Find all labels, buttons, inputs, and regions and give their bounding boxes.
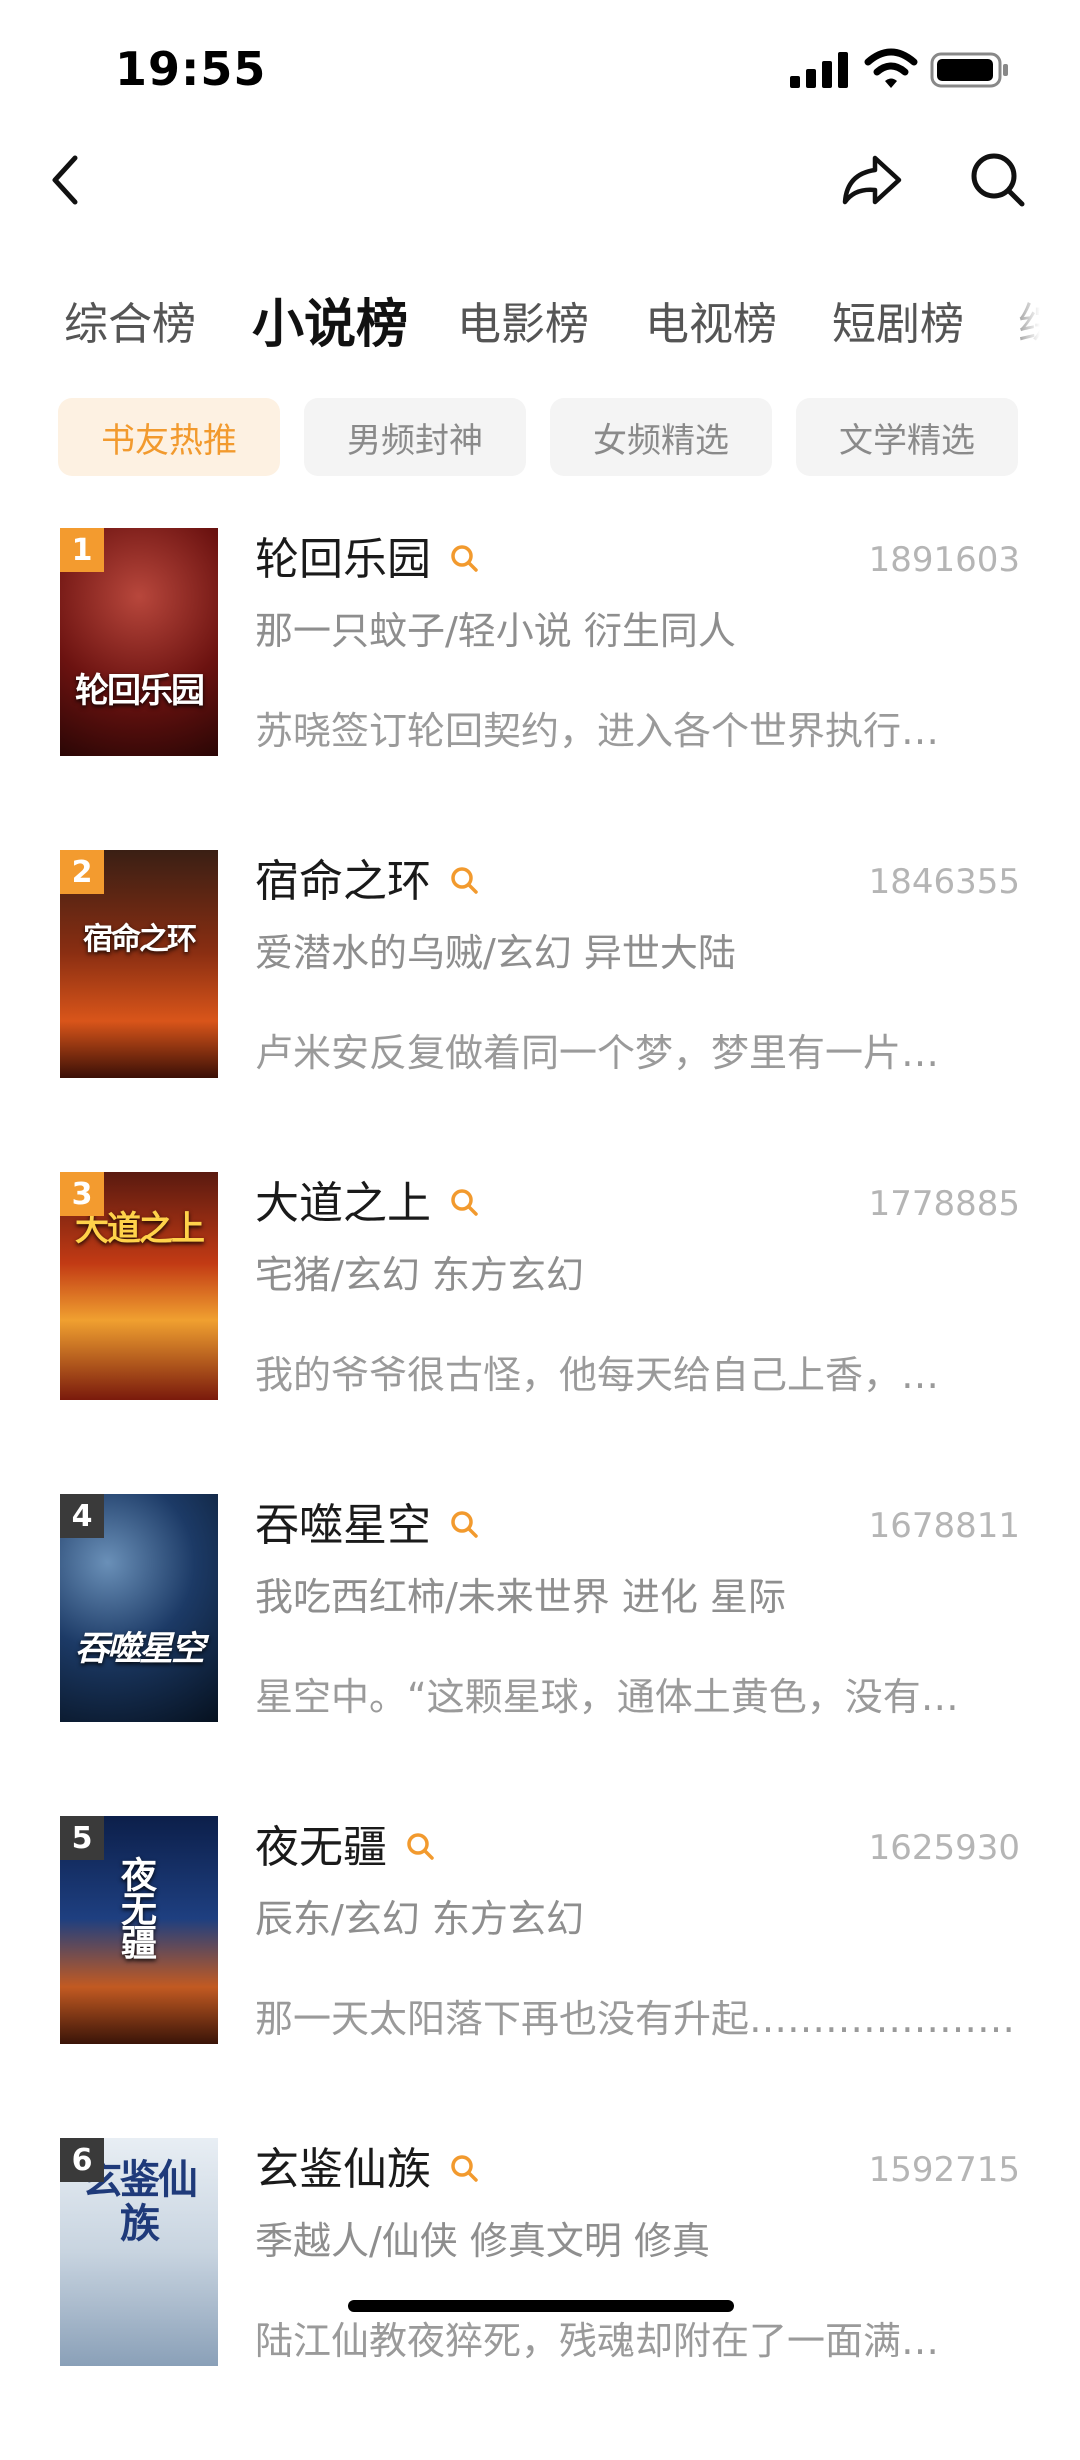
list-item[interactable]: 玄鉴仙族 6 玄鉴仙族 1592715 季越人/仙侠 修真文明 修真 陆江仙教夜… [0, 2138, 1080, 2460]
chevron-left-icon [52, 155, 78, 205]
book-description: 卢米安反复做着同一个梦，梦里有一片… [255, 1031, 940, 1075]
home-indicator[interactable] [348, 2300, 734, 2312]
status-time: 19:55 [115, 42, 267, 96]
battery-icon [930, 52, 1008, 88]
tab-short-drama[interactable]: 短剧榜 [832, 280, 964, 370]
cellular-signal-icon [790, 52, 848, 88]
hot-count: 1778885 [868, 1184, 1020, 1224]
hot-count: 1625930 [868, 1828, 1020, 1868]
wifi-icon [864, 48, 918, 88]
book-title: 夜无疆 [255, 1816, 435, 1880]
tab-novel[interactable]: 小说榜 [252, 280, 408, 370]
book-cover: 宿命之环 2 [60, 850, 218, 1078]
filter-chip-female[interactable]: 女频精选 [550, 398, 772, 476]
list-item[interactable]: 轮回乐园 1 轮回乐园 1891603 那一只蚊子/轻小说 衍生同人 苏晓签订轮… [0, 528, 1080, 850]
share-button[interactable] [832, 140, 912, 220]
search-icon [451, 1511, 478, 1538]
tabs-fade [1000, 280, 1040, 370]
hot-count: 1891603 [868, 540, 1020, 580]
book-cover: 吞噬星空 4 [60, 1494, 218, 1722]
book-title: 吞噬星空 [255, 1494, 479, 1558]
book-description: 星空中。“这颗星球，通体土黄色，没有… [255, 1675, 959, 1719]
hot-count: 1846355 [868, 862, 1020, 902]
book-meta: 宅猪/玄幻 东方玄幻 [255, 1253, 584, 1297]
book-title: 宿命之环 [255, 850, 479, 914]
list-item[interactable]: 宿命之环 2 宿命之环 1846355 爱潜水的乌贼/玄幻 异世大陆 卢米安反复… [0, 850, 1080, 1172]
search-button[interactable] [958, 140, 1038, 220]
book-cover: 玄鉴仙族 6 [60, 2138, 218, 2366]
rank-badge: 2 [60, 850, 104, 894]
search-icon [451, 867, 478, 894]
book-title: 玄鉴仙族 [255, 2138, 479, 2202]
hot-count: 1678811 [868, 1506, 1020, 1546]
list-item[interactable]: 夜无疆 5 夜无疆 1625930 辰东/玄幻 东方玄幻 那一天太阳落下再也没有… [0, 1816, 1080, 2138]
filter-chip-male[interactable]: 男频封神 [304, 398, 526, 476]
book-description: 陆江仙教夜猝死，残魂却附在了一面满… [255, 2319, 940, 2363]
list-item[interactable]: 吞噬星空 4 吞噬星空 1678811 我吃西红柿/未来世界 进化 星际 星空中… [0, 1494, 1080, 1816]
book-meta: 辰东/玄幻 东方玄幻 [255, 1897, 584, 1941]
filter-chip-hot[interactable]: 书友热推 [58, 398, 280, 476]
rank-badge: 4 [60, 1494, 104, 1538]
category-tabs: 综合榜 小说榜 电影榜 电视榜 短剧榜 综 [0, 280, 1040, 370]
search-icon [407, 1833, 434, 1860]
book-meta: 那一只蚊子/轻小说 衍生同人 [255, 609, 736, 653]
book-meta: 我吃西红柿/未来世界 进化 星际 [255, 1575, 786, 1619]
rank-badge: 5 [60, 1816, 104, 1860]
book-cover: 轮回乐园 1 [60, 528, 218, 756]
book-cover: 大道之上 3 [60, 1172, 218, 1400]
rank-badge: 3 [60, 1172, 104, 1216]
book-description: 那一天太阳落下再也没有升起………………… [255, 1997, 1016, 2041]
book-meta: 季越人/仙侠 修真文明 修真 [255, 2219, 710, 2263]
book-title: 大道之上 [255, 1172, 479, 1236]
tab-tv[interactable]: 电视榜 [645, 280, 777, 370]
rank-badge: 6 [60, 2138, 104, 2182]
status-bar: 19:55 [0, 0, 1080, 140]
search-icon [451, 545, 478, 572]
hot-count: 1592715 [868, 2150, 1020, 2190]
filter-chip-literature[interactable]: 文学精选 [796, 398, 1018, 476]
book-description: 苏晓签订轮回契约，进入各个世界执行… [255, 709, 940, 753]
rank-badge: 1 [60, 528, 104, 572]
book-description: 我的爷爷很古怪，他每天给自己上香，… [255, 1353, 940, 1397]
book-meta: 爱潜水的乌贼/玄幻 异世大陆 [255, 931, 736, 975]
search-icon [971, 153, 1025, 207]
book-title: 轮回乐园 [255, 528, 479, 592]
list-item[interactable]: 大道之上 3 大道之上 1778885 宅猪/玄幻 东方玄幻 我的爷爷很古怪，他… [0, 1172, 1080, 1494]
tab-movie[interactable]: 电影榜 [457, 280, 589, 370]
book-cover: 夜无疆 5 [60, 1816, 218, 2044]
back-button[interactable] [25, 140, 105, 220]
share-icon [842, 155, 902, 205]
tab-overall[interactable]: 综合榜 [64, 280, 196, 370]
search-icon [451, 1189, 478, 1216]
search-icon [451, 2155, 478, 2182]
